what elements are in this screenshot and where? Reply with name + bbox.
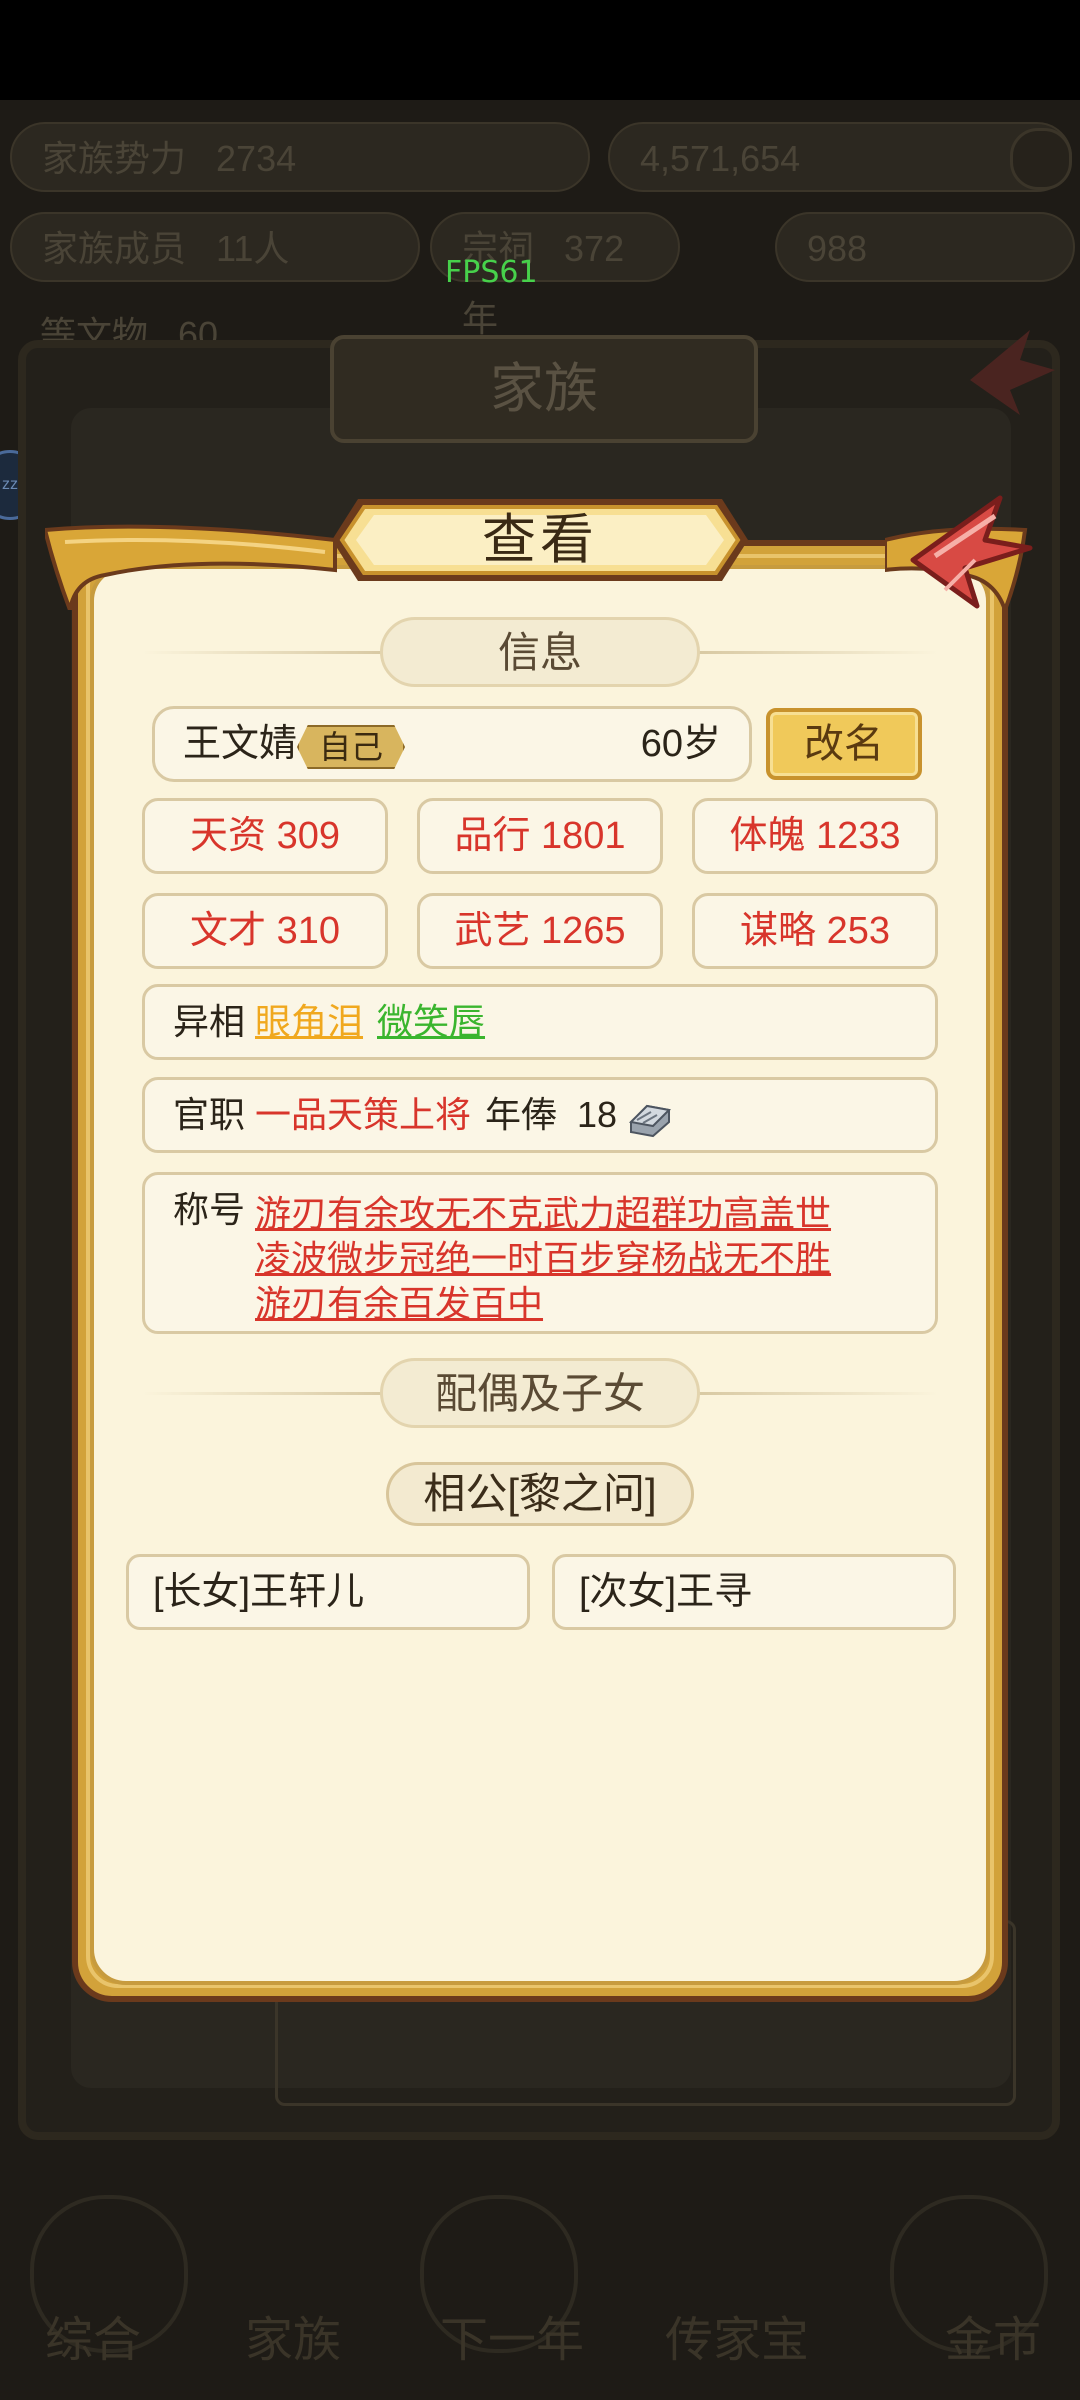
close-icon[interactable] (905, 490, 1035, 610)
titles-list[interactable]: 游刃有余攻无不克武力超群功高盖世 凌波微步冠绝一时百步穿杨战无不胜 游刃有余百发… (255, 1191, 915, 1326)
info-section-label: 信息 (380, 617, 700, 687)
trait-item[interactable]: 微笑唇 (377, 987, 485, 1057)
character-age: 60岁 (640, 723, 721, 765)
bg-label: 家族成员 (42, 228, 187, 269)
dialog-title: 查看 (482, 510, 598, 570)
header-line (698, 651, 938, 654)
nav-item: 家族 (245, 2314, 342, 2367)
family-section-header: 配偶及子女 (142, 1358, 938, 1428)
stat-physique: 体魄 1233 (692, 798, 938, 874)
nav-item: 金市 (945, 2314, 1042, 2367)
salary-label: 年俸 (485, 1094, 558, 1135)
nav-item: 综合 (45, 2314, 142, 2367)
office-value: 一品天策上将 (255, 1094, 472, 1135)
bg-value: 4,571,654 (640, 138, 801, 179)
character-name-box: 王文婧 自己 60岁 (152, 706, 752, 782)
office-label: 官职 (173, 1094, 246, 1135)
nav-item: 下一年 (440, 2314, 585, 2367)
child-item[interactable]: [次女]王寻 (552, 1554, 956, 1630)
traits-row: 异相 眼角泪 微笑唇 (142, 984, 938, 1060)
spouse-button[interactable]: 相公[黎之问] (386, 1462, 694, 1526)
stat-strategy: 谋略 253 (692, 893, 938, 969)
bg-members-pill: 家族成员 11人 (10, 212, 420, 282)
stat-literary: 文才 310 (142, 893, 388, 969)
traits-label: 异相 (173, 1001, 246, 1042)
bg-value: 11人 (216, 228, 290, 269)
salary-value: 18 (577, 1094, 618, 1135)
titles-box: 称号 游刃有余攻无不克武力超群功高盖世 凌波微步冠绝一时百步穿杨战无不胜 游刃有… (142, 1172, 938, 1334)
title-line: 游刃有余百发百中 (255, 1283, 544, 1324)
trait-item[interactable]: 眼角泪 (255, 987, 363, 1057)
family-section-label: 配偶及子女 (380, 1358, 700, 1428)
bg-window-title: 家族 (330, 335, 758, 443)
left-wing-ornament (45, 524, 337, 610)
bg-value: 988 (807, 228, 868, 269)
bg-family-power-pill: 家族势力 2734 (10, 122, 590, 192)
title-line: 游刃有余攻无不克武力超群功高盖世 (255, 1193, 832, 1234)
office-row: 官职 一品天策上将 年俸 18 (142, 1077, 938, 1153)
nav-item: 传家宝 (665, 2314, 810, 2367)
bg-value: 2734 (216, 138, 297, 179)
bg-silver-pill: 4,571,654 (608, 122, 1072, 192)
bg-close-icon (970, 330, 1055, 415)
stat-conduct: 品行 1801 (417, 798, 663, 874)
character-name: 王文婧 (183, 723, 298, 765)
bg-gold-pill: 988 (775, 212, 1075, 282)
bg-label: 家族势力 (42, 138, 187, 179)
stat-martial: 武艺 1265 (417, 893, 663, 969)
info-section-header: 信息 (142, 617, 938, 687)
help-icon (1010, 128, 1072, 190)
stat-talent: 天资 309 (142, 798, 388, 874)
title-line: 凌波微步冠绝一时百步穿杨战无不胜 (255, 1238, 832, 1279)
fps-counter: FPS61 (445, 255, 538, 290)
self-tag: 自己 (297, 725, 406, 769)
bottom-nav: 综合 家族 下一年 传家宝 金市 (0, 2180, 1080, 2400)
header-line (142, 651, 382, 654)
header-line (142, 1392, 382, 1395)
rename-button[interactable]: 改名 (766, 708, 922, 780)
silver-ingot-icon (628, 1104, 672, 1138)
child-item[interactable]: [长女]王轩儿 (126, 1554, 530, 1630)
header-line (698, 1392, 938, 1395)
titles-label: 称号 (173, 1189, 246, 1230)
